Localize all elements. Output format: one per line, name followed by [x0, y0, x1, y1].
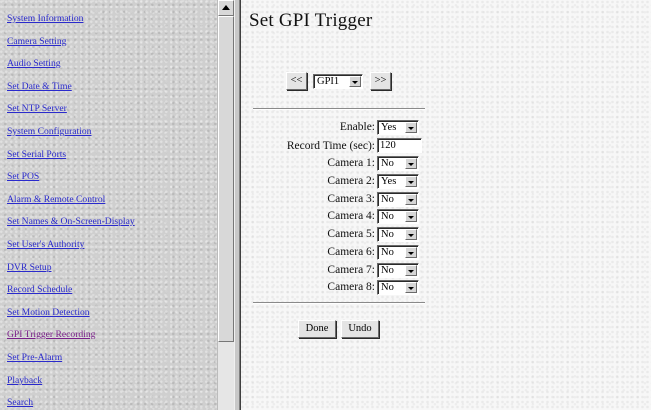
camera-7-select[interactable]: No	[377, 263, 419, 278]
nav-link-audio-setting[interactable]: Audio Setting	[7, 58, 61, 70]
camera-4-value: No	[381, 211, 394, 222]
camera-3-label: Camera 3:	[327, 193, 375, 205]
nav-link-set-motion-detection[interactable]: Set Motion Detection	[7, 307, 90, 319]
camera-7-label: Camera 7:	[327, 264, 375, 276]
camera-6-value: No	[381, 247, 394, 258]
record-time-input[interactable]: 120	[377, 138, 422, 153]
camera-1-select[interactable]: No	[377, 156, 419, 171]
record-time-label: Record Time (sec):	[286, 140, 375, 152]
camera-6-label: Camera 6:	[327, 246, 375, 258]
next-gpi-button[interactable]: >>	[370, 72, 391, 90]
dropdown-arrow-icon	[405, 282, 417, 293]
dropdown-arrow-icon	[405, 211, 417, 222]
nav-link-set-pre-alarm[interactable]: Set Pre-Alarm	[7, 352, 62, 364]
enable-select[interactable]: Yes	[377, 120, 419, 135]
nav-link-set-users-authority[interactable]: Set User's Authority	[7, 239, 84, 251]
nav-link-set-ntp-server[interactable]: Set NTP Server	[7, 103, 67, 115]
nav-link-playback[interactable]: Playback	[7, 375, 42, 387]
divider-top	[253, 108, 425, 110]
navigation-frame: System Information Camera Setting Audio …	[0, 0, 217, 410]
camera-3-value: No	[381, 194, 394, 205]
nav-link-record-schedule[interactable]: Record Schedule	[7, 284, 72, 296]
camera-5-select[interactable]: No	[377, 227, 419, 242]
divider-bottom	[253, 302, 425, 304]
nav-link-set-serial-ports[interactable]: Set Serial Ports	[7, 149, 66, 161]
dropdown-arrow-icon	[405, 229, 417, 240]
dropdown-arrow-icon	[405, 158, 417, 169]
nav-link-alarm-remote-control[interactable]: Alarm & Remote Control	[7, 194, 105, 206]
nav-link-set-names-osd[interactable]: Set Names & On-Screen-Display	[7, 216, 135, 228]
dropdown-arrow-icon	[349, 76, 361, 87]
dropdown-arrow-icon	[405, 247, 417, 258]
dropdown-arrow-icon	[405, 194, 417, 205]
camera-8-label: Camera 8:	[327, 281, 375, 293]
scroll-up-arrow-icon[interactable]	[218, 0, 234, 16]
camera-8-value: No	[381, 282, 394, 293]
camera-2-select[interactable]: Yes	[377, 174, 419, 189]
nav-link-system-configuration[interactable]: System Configuration	[7, 126, 91, 138]
content-frame: Set GPI Trigger << GPI1 >> Enable: Yes R…	[241, 0, 651, 410]
camera-4-label: Camera 4:	[327, 210, 375, 222]
enable-label: Enable:	[339, 121, 375, 133]
camera-2-label: Camera 2:	[327, 175, 375, 187]
nav-link-system-information[interactable]: System Information	[7, 13, 83, 25]
camera-3-select[interactable]: No	[377, 192, 419, 207]
nav-scrollbar[interactable]	[217, 0, 234, 410]
dropdown-arrow-icon	[405, 176, 417, 187]
gpi-select[interactable]: GPI1	[313, 74, 363, 89]
frame-divider[interactable]	[234, 0, 241, 410]
camera-8-select[interactable]: No	[377, 280, 419, 295]
previous-gpi-button[interactable]: <<	[286, 72, 307, 90]
camera-1-value: No	[381, 158, 394, 169]
camera-6-select[interactable]: No	[377, 245, 419, 260]
undo-button[interactable]: Undo	[341, 320, 379, 338]
camera-1-label: Camera 1:	[327, 157, 375, 169]
page-title: Set GPI Trigger	[249, 10, 373, 31]
camera-5-label: Camera 5:	[327, 228, 375, 240]
camera-5-value: No	[381, 229, 394, 240]
dropdown-arrow-icon	[405, 122, 417, 133]
nav-link-gpi-trigger-recording[interactable]: GPI Trigger Recording	[7, 329, 95, 341]
done-button[interactable]: Done	[298, 320, 336, 338]
scrollbar-thumb[interactable]	[218, 16, 234, 342]
gpi-select-value: GPI1	[317, 76, 340, 87]
camera-7-value: No	[381, 265, 394, 276]
enable-select-value: Yes	[381, 122, 397, 133]
nav-link-dvr-setup[interactable]: DVR Setup	[7, 262, 52, 274]
nav-link-set-pos[interactable]: Set POS	[7, 171, 39, 183]
nav-link-search[interactable]: Search	[7, 397, 33, 409]
dropdown-arrow-icon	[405, 265, 417, 276]
nav-link-camera-setting[interactable]: Camera Setting	[7, 36, 66, 48]
camera-4-select[interactable]: No	[377, 209, 419, 224]
camera-2-value: Yes	[381, 176, 397, 187]
nav-link-set-date-time[interactable]: Set Date & Time	[7, 81, 72, 93]
